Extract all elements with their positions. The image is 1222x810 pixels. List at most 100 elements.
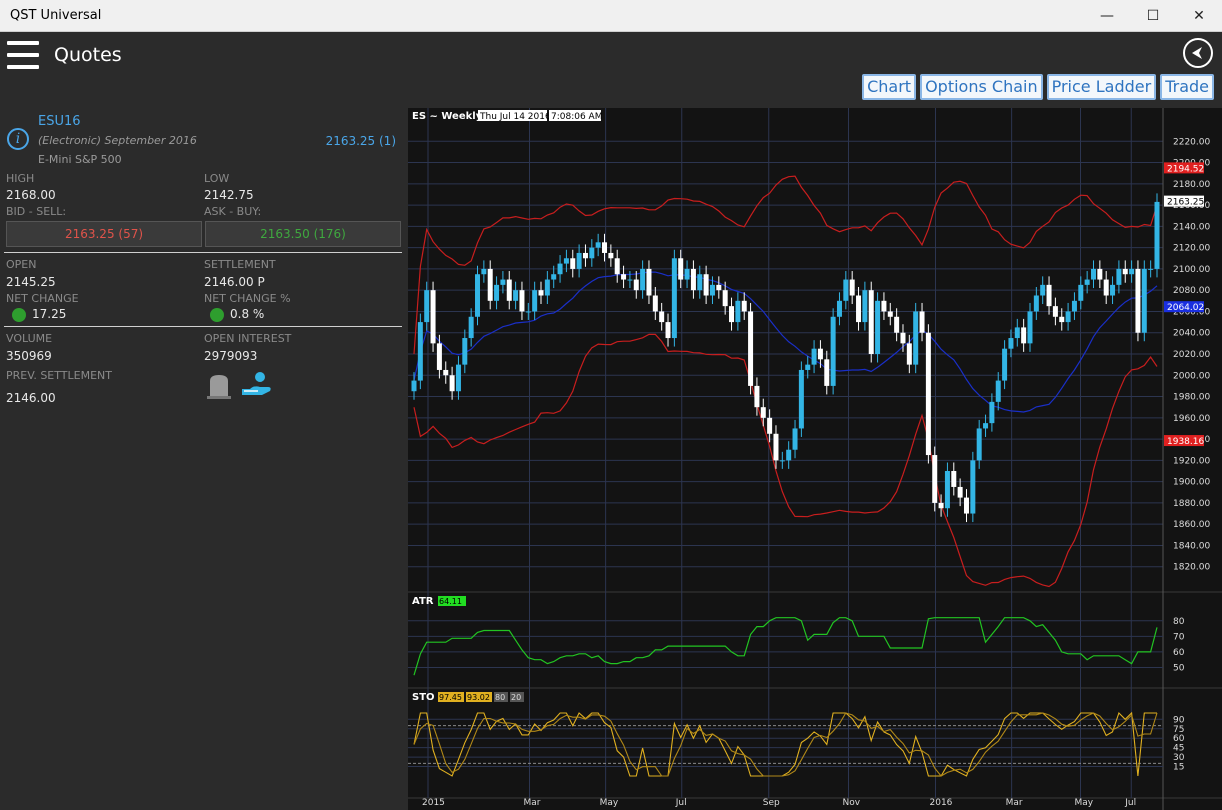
price-tick-label: 2120.00: [1173, 244, 1210, 254]
candle-body: [925, 332, 931, 456]
window-titlebar: QST Universal — ☐ ✕: [0, 0, 1222, 32]
price-tick-label: 1820.00: [1173, 563, 1210, 573]
price-tick-label: 1860.00: [1173, 520, 1210, 530]
candle-body: [475, 274, 481, 317]
candle-body: [1122, 268, 1128, 275]
candle-body: [1046, 284, 1052, 307]
candle-body: [690, 268, 696, 291]
action-buttons: Chart Options Chain Price Ladder Trade: [862, 74, 1214, 100]
price-tick-label: 2080.00: [1173, 286, 1210, 296]
settlement-value: 2146.00 P: [204, 275, 265, 289]
candle-body: [1116, 268, 1122, 285]
candle-body: [627, 279, 633, 281]
candle-body: [1097, 268, 1103, 280]
candle-body: [411, 380, 417, 392]
candle-body: [1148, 268, 1154, 270]
candle-body: [487, 268, 493, 301]
time-tick-label: 2015: [422, 798, 445, 808]
last-price: 2163.25 (1): [325, 134, 396, 148]
time-tick-label: Mar: [1006, 798, 1023, 808]
candle-body: [944, 471, 950, 509]
candle-body: [1059, 316, 1065, 323]
net-change-pct-value: 0.8 %: [230, 307, 265, 321]
price-marker-label: 2064.02: [1167, 303, 1204, 313]
price-tick-label: 1980.00: [1173, 393, 1210, 403]
candle-body: [532, 290, 538, 312]
maximize-icon[interactable]: ☐: [1130, 0, 1176, 32]
price-tick-label: 2100.00: [1173, 265, 1210, 275]
atr-value: 64.11: [439, 597, 462, 606]
window-title: QST Universal: [10, 8, 102, 23]
candle-body: [652, 295, 658, 312]
candle-body: [995, 380, 1001, 402]
candle-body: [671, 258, 677, 339]
trade-button[interactable]: Trade: [1160, 74, 1214, 100]
open-label: OPEN: [6, 258, 37, 271]
net-change: 17.25: [12, 307, 66, 322]
candle-body: [570, 258, 576, 269]
candle-body: [754, 385, 760, 408]
candle-body: [849, 279, 855, 296]
candle-body: [836, 300, 842, 317]
bid-sell-button[interactable]: 2163.25 (57): [6, 221, 202, 247]
candle-body: [824, 359, 830, 386]
candle-body: [773, 433, 779, 461]
candle-body: [1014, 327, 1020, 339]
ask-buy-button[interactable]: 2163.50 (176): [205, 221, 401, 247]
sto-label: STO: [412, 692, 435, 703]
price-tick-label: 2220.00: [1173, 137, 1210, 147]
divider: [4, 252, 402, 253]
candle-body: [1078, 284, 1084, 301]
options-chain-button[interactable]: Options Chain: [920, 74, 1043, 100]
prev-settlement-label: PREV. SETTLEMENT: [6, 369, 112, 382]
candle-body: [1103, 279, 1109, 296]
up-indicator-icon: [12, 307, 26, 322]
candle-body: [443, 369, 449, 376]
candle-body: [633, 279, 639, 291]
candle-body: [963, 497, 969, 514]
candle-body: [900, 332, 906, 344]
candle-body: [716, 284, 722, 291]
symbol-link[interactable]: ESU16: [38, 114, 81, 129]
chart-canvas[interactable]: 2220.002200.002180.002160.002140.002120.…: [408, 108, 1222, 810]
price-marker-label: 2194.52: [1167, 164, 1204, 174]
price-chart[interactable]: 2220.002200.002180.002160.002140.002120.…: [408, 108, 1222, 810]
candle-body: [779, 460, 785, 462]
candle-body: [983, 423, 989, 429]
price-tick-label: 2020.00: [1173, 350, 1210, 360]
candle-body: [424, 290, 430, 323]
candle-body: [703, 274, 709, 296]
close-icon[interactable]: ✕: [1176, 0, 1222, 32]
candle-body: [563, 258, 569, 264]
time-tick-label: Sep: [763, 798, 780, 808]
price-ladder-button[interactable]: Price Ladder: [1046, 74, 1157, 100]
candle-body: [1071, 300, 1077, 312]
chart-button[interactable]: Chart: [862, 74, 917, 100]
low-label: LOW: [204, 172, 230, 185]
price-tick-label: 1840.00: [1173, 541, 1210, 551]
contract-description: (Electronic) September 2016: [38, 134, 197, 147]
candle-body: [1021, 327, 1027, 344]
minimize-icon[interactable]: —: [1084, 0, 1130, 32]
info-icon[interactable]: i: [7, 128, 29, 150]
candle-body: [786, 449, 792, 461]
chart-symbol-label: ES ~ Weekly: [412, 111, 483, 122]
candle-body: [500, 279, 506, 285]
price-marker-label: 2163.25: [1167, 198, 1204, 208]
candle-body: [436, 343, 442, 370]
hand-money-icon[interactable]: [240, 371, 274, 403]
candle-body: [957, 486, 963, 498]
tombstone-icon[interactable]: [206, 373, 232, 403]
hamburger-menu-icon[interactable]: [7, 41, 39, 69]
sto-d-value: 93.02: [467, 693, 490, 702]
divider: [4, 326, 402, 327]
candle-body: [646, 268, 652, 296]
time-tick-label: Jul: [675, 798, 687, 808]
back-arrow-icon[interactable]: [1183, 38, 1213, 68]
candle-body: [481, 268, 487, 275]
high-label: HIGH: [6, 172, 35, 185]
candle-body: [468, 316, 474, 339]
atr-line: [413, 617, 1158, 676]
candle-body: [798, 369, 804, 429]
upper-band-line: [413, 175, 1158, 355]
